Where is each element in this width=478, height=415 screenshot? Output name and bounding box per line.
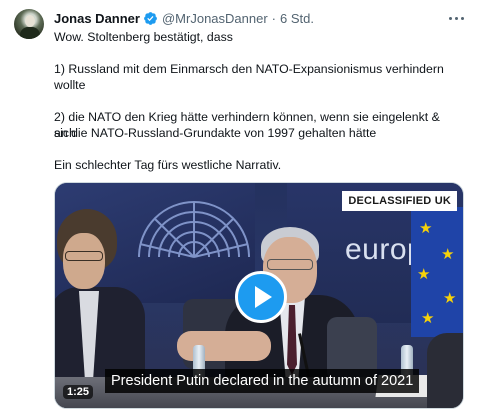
author-avatar[interactable] xyxy=(14,9,44,39)
tweet-text-line-6: Ein schlechter Tag fürs westliche Narrat… xyxy=(54,158,282,172)
tweet-text-line-2: 1) Russland mit dem Einmarsch den NATO-E… xyxy=(54,62,444,76)
tweet-text-line-5: an die NATO-Russland-Grundakte von 1997 … xyxy=(54,126,377,140)
play-icon[interactable] xyxy=(235,271,287,323)
tweet-text-line-1: Wow. Stoltenberg bestätigt, dass xyxy=(54,30,233,44)
person-right xyxy=(427,333,463,408)
more-options-icon[interactable] xyxy=(446,10,466,26)
tweet-header: Jonas Danner @MrJonasDanner · 6 Std. xyxy=(54,9,314,27)
tweet-timestamp[interactable]: 6 Std. xyxy=(280,11,314,26)
channel-watermark: DECLASSIFIED UK xyxy=(342,191,457,211)
video-player[interactable]: europ ★ ★ ★ ★ ★ DECLASSIFIED UK Presiden… xyxy=(54,182,464,409)
video-subtitle: President Putin declared in the autumn o… xyxy=(105,369,420,393)
author-name[interactable]: Jonas Danner xyxy=(54,11,140,26)
tweet-text-line-3: wollte xyxy=(54,78,86,92)
eu-flag: ★ ★ ★ ★ ★ xyxy=(411,207,463,337)
author-handle[interactable]: @MrJonasDanner xyxy=(162,11,268,26)
avatar-body xyxy=(20,27,40,39)
speaker-hands xyxy=(177,331,271,361)
header-separator: · xyxy=(271,10,277,26)
video-duration: 1:25 xyxy=(63,385,94,399)
avatar-head xyxy=(25,15,35,27)
verified-badge-icon xyxy=(144,11,157,25)
